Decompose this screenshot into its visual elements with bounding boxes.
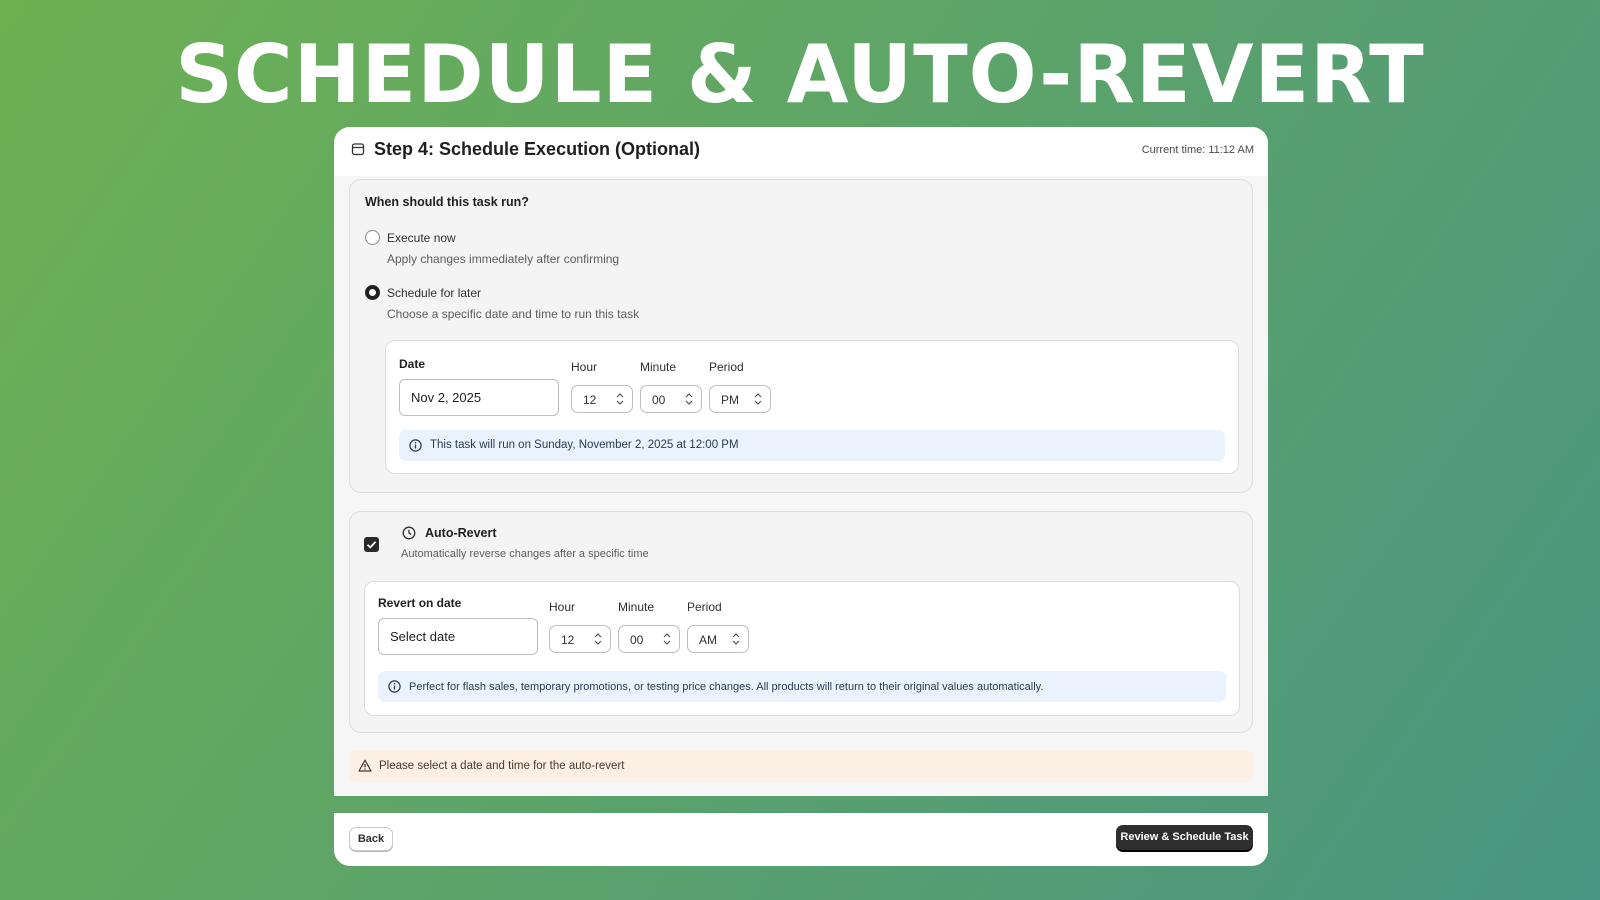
step-title: Step 4: Schedule Execution (Optional) — [374, 139, 701, 159]
period-value: PM — [721, 393, 739, 407]
revert-date-label: Revert on date — [378, 596, 462, 610]
revert-minute-select[interactable]: 00 — [618, 625, 680, 653]
hero-title: SCHEDULE & AUTO-REVERT — [175, 28, 1425, 121]
chevron-up-down-icon — [685, 393, 693, 405]
check-icon — [366, 541, 377, 549]
chevron-up-down-icon — [616, 393, 624, 405]
chevron-up-down-icon — [754, 393, 762, 405]
period-select[interactable]: PM — [709, 385, 771, 413]
run-timing-question: When should this task run? — [365, 195, 529, 209]
revert-period-value: AM — [699, 633, 717, 647]
warning-text: Please select a date and time for the au… — [379, 760, 625, 772]
revert-hour-label: Hour — [549, 600, 576, 614]
hour-select[interactable]: 12 — [571, 385, 633, 413]
auto-revert-description: Automatically reverse changes after a sp… — [401, 548, 649, 560]
review-schedule-button[interactable]: Review & Schedule Task — [1116, 825, 1253, 850]
revert-hour-select[interactable]: 12 — [549, 625, 611, 653]
calendar-icon — [351, 143, 365, 156]
execute-now-help: Apply changes immediately after confirmi… — [387, 252, 620, 266]
date-input[interactable]: Nov 2, 2025 — [399, 379, 559, 416]
hour-label: Hour — [571, 360, 598, 374]
execute-now-label[interactable]: Execute now — [387, 231, 456, 245]
date-label: Date — [399, 357, 426, 371]
revert-hour-value: 12 — [561, 633, 575, 647]
auto-revert-warning: Please select a date and time for the au… — [349, 750, 1253, 782]
period-label: Period — [709, 360, 744, 374]
card-footer: Back Review & Schedule Task — [334, 813, 1268, 866]
minute-select[interactable]: 00 — [640, 385, 702, 413]
revert-info-banner: Perfect for flash sales, temporary promo… — [378, 671, 1226, 702]
schedule-info-text: This task will run on Sunday, November 2… — [430, 439, 739, 451]
auto-revert-section: Auto-Revert Automatically reverse change… — [349, 511, 1253, 733]
auto-revert-title: Auto-Revert — [425, 526, 497, 540]
warning-icon — [358, 759, 372, 772]
minute-label: Minute — [640, 360, 677, 374]
revert-minute-value: 00 — [630, 633, 644, 647]
revert-info-text: Perfect for flash sales, temporary promo… — [409, 681, 1044, 693]
schedule-card: Step 4: Schedule Execution (Optional) Cu… — [334, 127, 1268, 796]
schedule-later-label[interactable]: Schedule for later — [387, 286, 481, 300]
card-header: Step 4: Schedule Execution (Optional) Cu… — [334, 127, 1268, 176]
revert-minute-label: Minute — [618, 600, 655, 614]
minute-value: 00 — [652, 393, 666, 407]
chevron-up-down-icon — [732, 633, 740, 645]
execute-now-radio[interactable] — [365, 230, 380, 245]
info-icon — [409, 439, 422, 452]
info-icon — [388, 680, 401, 693]
current-time: Current time: 11:12 AM — [1141, 144, 1254, 156]
schedule-later-radio[interactable] — [365, 285, 380, 300]
back-button[interactable]: Back — [349, 827, 393, 851]
auto-revert-checkbox[interactable] — [364, 537, 379, 552]
schedule-later-help: Choose a specific date and time to run t… — [387, 307, 640, 321]
schedule-datetime-panel: Date Nov 2, 2025 Hour 12 Minute 00 Perio… — [385, 340, 1239, 474]
revert-period-label: Period — [687, 600, 722, 614]
hour-value: 12 — [583, 393, 597, 407]
revert-datetime-panel: Revert on date Select date Hour 12 Minut… — [364, 581, 1240, 716]
clock-icon — [402, 526, 416, 540]
schedule-info-banner: This task will run on Sunday, November 2… — [399, 430, 1225, 461]
revert-period-select[interactable]: AM — [687, 625, 749, 653]
chevron-up-down-icon — [594, 633, 602, 645]
run-timing-section: When should this task run? Execute now A… — [349, 179, 1253, 493]
revert-date-input[interactable]: Select date — [378, 618, 538, 655]
chevron-up-down-icon — [663, 633, 671, 645]
